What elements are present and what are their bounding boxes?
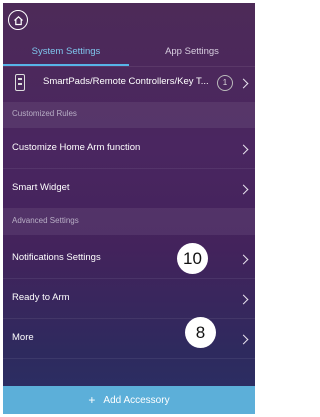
callout-number-10: 10: [177, 243, 208, 274]
section-title: Advanced Settings: [12, 216, 79, 225]
chevron-right-icon: [238, 294, 249, 305]
tab-system-settings[interactable]: System Settings: [3, 42, 129, 66]
device-count-badge: 1: [217, 75, 233, 91]
menu-item-label: Customize Home Arm function: [12, 142, 141, 153]
home-icon: [13, 15, 23, 25]
chevron-right-icon: [238, 144, 249, 155]
chevron-right-icon: [238, 184, 249, 195]
menu-item-ready-to-arm[interactable]: Ready to Arm: [3, 279, 255, 319]
menu-item-customize-home-arm[interactable]: Customize Home Arm function: [3, 129, 255, 169]
add-accessory-button[interactable]: + Add Accessory: [3, 386, 255, 414]
menu-item-label: Notifications Settings: [12, 252, 101, 263]
chevron-right-icon: [238, 334, 249, 345]
menu-item-label: Smart Widget: [12, 182, 70, 193]
menu-item-label: More: [12, 332, 34, 343]
chevron-right-icon: [238, 78, 249, 89]
settings-tabs: System Settings App Settings: [3, 42, 255, 67]
callout-number-8: 8: [185, 317, 216, 348]
tab-app-settings[interactable]: App Settings: [129, 42, 255, 66]
chevron-right-icon: [238, 254, 249, 265]
menu-item-notifications-settings[interactable]: Notifications Settings: [3, 239, 255, 279]
add-accessory-label: Add Accessory: [103, 394, 170, 406]
menu-item-smart-widget[interactable]: Smart Widget: [3, 169, 255, 209]
section-title: Customized Rules: [12, 109, 77, 118]
remote-controller-icon: [15, 74, 25, 91]
menu-item-label: Ready to Arm: [12, 292, 70, 303]
settings-screen: System Settings App Settings SmartPads/R…: [3, 3, 255, 414]
section-header-customized-rules: Customized Rules: [3, 102, 255, 128]
section-header-advanced-settings: Advanced Settings: [3, 209, 255, 235]
device-label: SmartPads/Remote Controllers/Key T...: [43, 76, 209, 87]
device-list-item[interactable]: SmartPads/Remote Controllers/Key T... 1: [3, 67, 255, 99]
plus-icon: +: [88, 393, 96, 407]
menu-item-more[interactable]: More: [3, 319, 255, 359]
home-button[interactable]: [8, 10, 28, 30]
